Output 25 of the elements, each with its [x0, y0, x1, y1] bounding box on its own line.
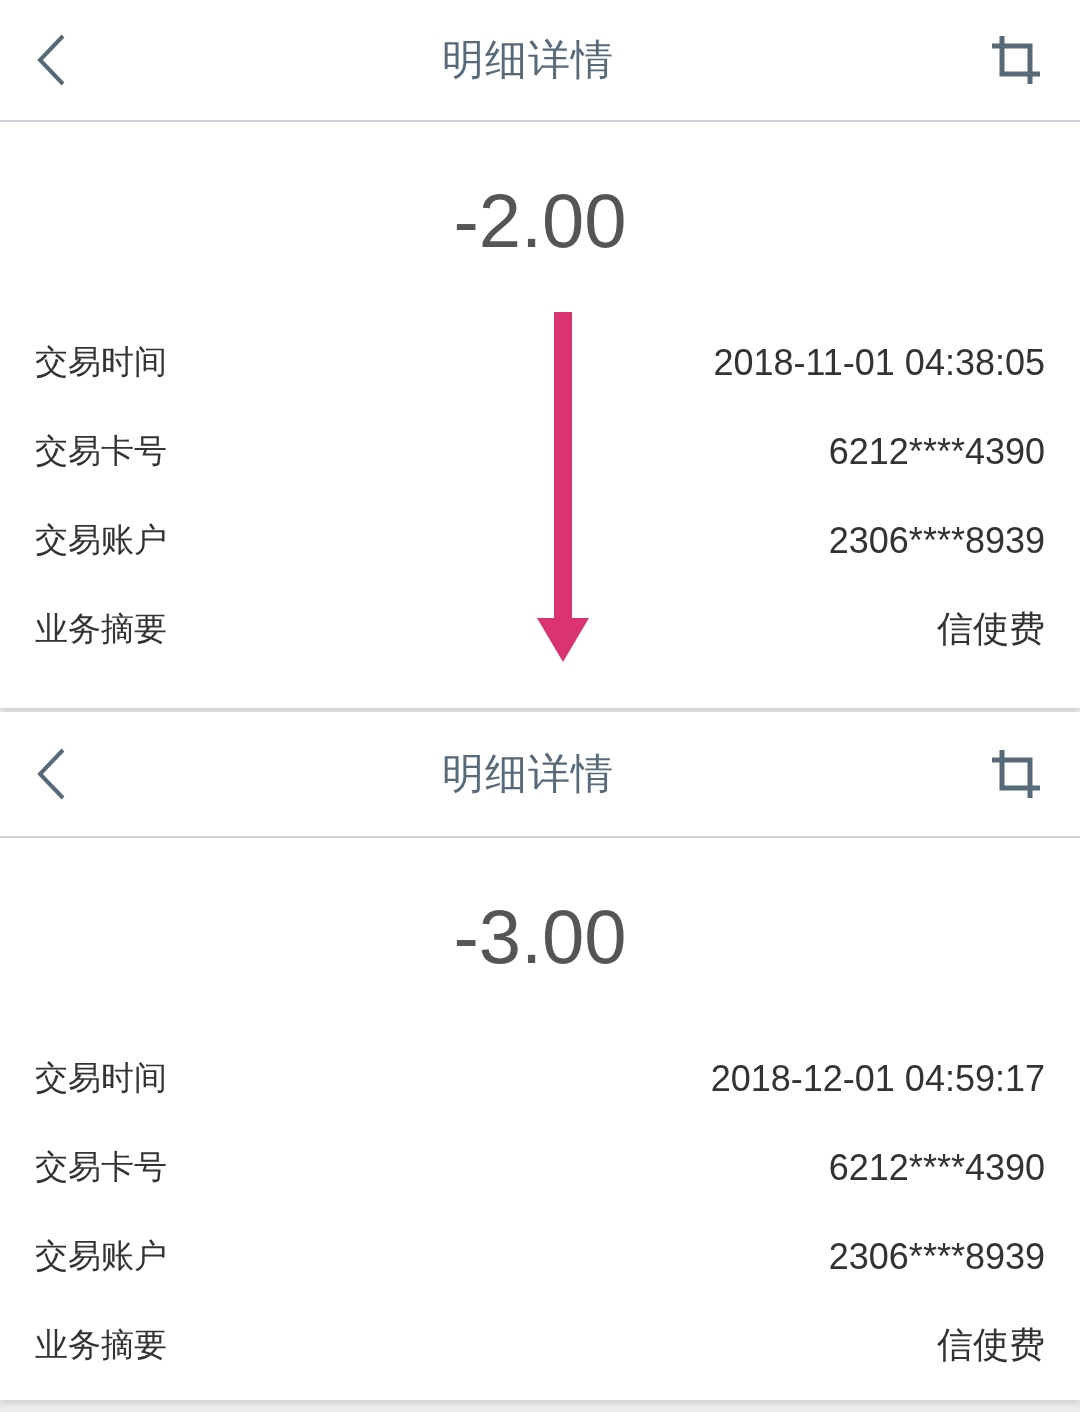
field-label: 交易卡号 [35, 1146, 167, 1188]
field-value: 信使费 [937, 1323, 1045, 1367]
page-title: 明细详情 [442, 34, 614, 86]
back-icon[interactable] [36, 748, 66, 800]
field-value: 2018-11-01 04:38:05 [713, 341, 1045, 384]
field-value: 信使费 [937, 607, 1045, 651]
field-label: 交易账户 [35, 1235, 167, 1277]
crop-icon[interactable] [990, 34, 1042, 86]
field-label: 交易时间 [35, 341, 167, 383]
field-label: 交易账户 [35, 519, 167, 561]
crop-icon[interactable] [990, 748, 1042, 800]
field-label: 交易时间 [35, 1057, 167, 1099]
field-label: 业务摘要 [35, 1324, 167, 1366]
page-title: 明细详情 [442, 748, 614, 800]
field-value: 6212****4390 [828, 430, 1045, 473]
down-arrow-icon [535, 312, 591, 664]
amount: -3.00 [453, 892, 627, 980]
field-value: 2306****8939 [828, 519, 1045, 562]
field-label: 交易卡号 [35, 430, 167, 472]
field-value: 6212****4390 [828, 1146, 1045, 1189]
back-icon[interactable] [36, 34, 66, 86]
field-label: 业务摘要 [35, 608, 167, 650]
field-value: 2306****8939 [828, 1235, 1045, 1278]
field-value: 2018-12-01 04:59:17 [710, 1057, 1045, 1100]
amount: -2.00 [453, 176, 627, 264]
